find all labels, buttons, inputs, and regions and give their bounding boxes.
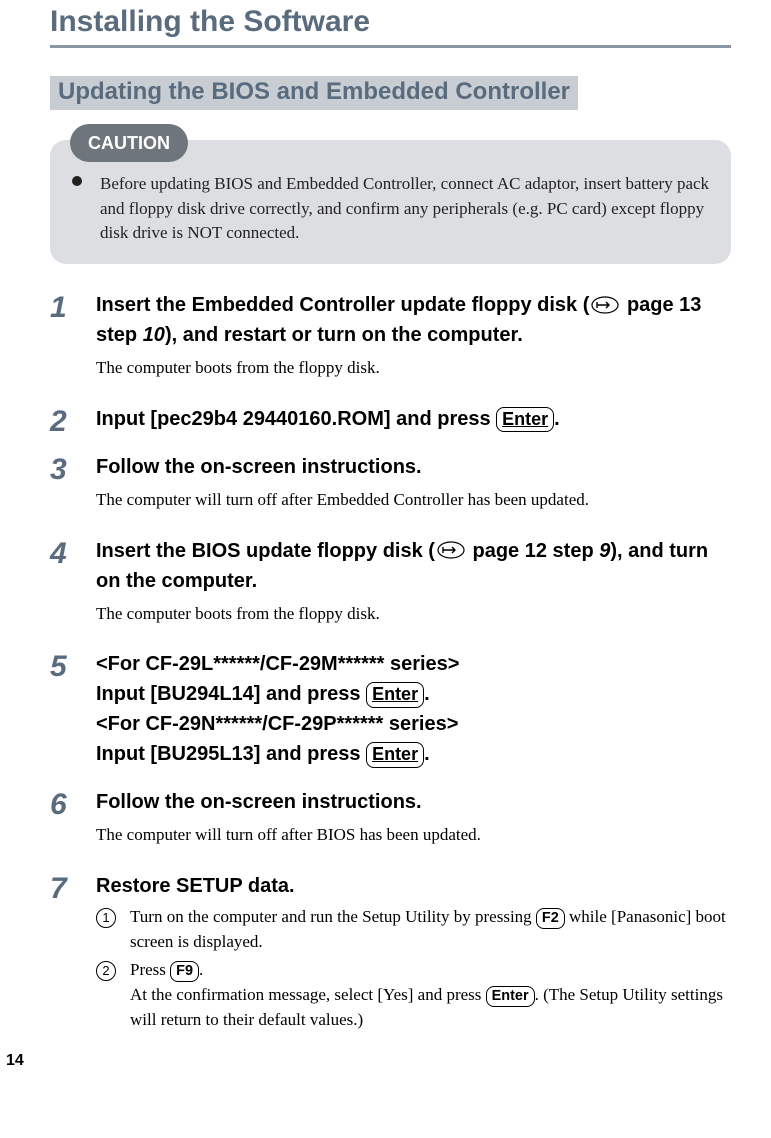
enter-key: Enter xyxy=(366,742,424,768)
step-heading: <For CF-29L******/CF-29M****** series> I… xyxy=(96,649,731,769)
step-paragraph: The computer will turn off after Embedde… xyxy=(96,488,731,512)
f2-key: F2 xyxy=(536,908,565,929)
step-number: 1 xyxy=(50,290,96,324)
step-number: 6 xyxy=(50,787,96,821)
step-number: 4 xyxy=(50,536,96,570)
step-1: 1 Insert the Embedded Controller update … xyxy=(50,290,731,390)
title-divider xyxy=(50,45,731,48)
text: Turn on the computer and run the Setup U… xyxy=(130,907,536,926)
step-number: 5 xyxy=(50,649,96,683)
step-6: 6 Follow the on-screen instructions. The… xyxy=(50,787,731,857)
step-4: 4 Insert the BIOS update floppy disk ( p… xyxy=(50,536,731,636)
step-number: 3 xyxy=(50,452,96,486)
text: Press xyxy=(130,960,170,979)
text: ), and restart or turn on the computer. xyxy=(165,324,523,346)
text: . xyxy=(424,683,430,705)
step-2: 2 Input [pec29b4 29440160.ROM] and press… xyxy=(50,404,731,438)
step-heading: Follow the on-screen instructions. xyxy=(96,452,731,482)
f9-key: F9 xyxy=(170,961,199,982)
step-heading: Restore SETUP data. xyxy=(96,871,731,901)
step-heading: Input [pec29b4 29440160.ROM] and press E… xyxy=(96,404,731,434)
step-heading: Insert the Embedded Controller update fl… xyxy=(96,290,731,350)
enter-key: Enter xyxy=(486,986,535,1007)
step-paragraph: The computer boots from the floppy disk. xyxy=(96,356,731,380)
text: <For CF-29L******/CF-29M****** series> xyxy=(96,649,731,679)
step-3: 3 Follow the on-screen instructions. The… xyxy=(50,452,731,522)
text: page 12 step xyxy=(467,540,599,562)
text: Insert the BIOS update floppy disk ( xyxy=(96,540,435,562)
text: <For CF-29N******/CF-29P****** series> xyxy=(96,709,731,739)
pointer-icon xyxy=(437,541,465,559)
bullet-icon xyxy=(72,176,82,186)
substep-2: 2 Press F9. At the confirmation message,… xyxy=(96,958,731,1032)
step-number: 2 xyxy=(50,404,96,438)
text: Insert the Embedded Controller update fl… xyxy=(96,294,589,316)
circled-number-icon: 1 xyxy=(96,908,116,928)
text: . xyxy=(554,408,560,430)
text: Input [pec29b4 29440160.ROM] and press xyxy=(96,408,496,430)
enter-key: Enter xyxy=(366,682,424,708)
step-5: 5 <For CF-29L******/CF-29M****** series>… xyxy=(50,649,731,773)
caution-text: Before updating BIOS and Embedded Contro… xyxy=(100,172,711,246)
circled-number-icon: 2 xyxy=(96,961,116,981)
pointer-icon xyxy=(591,296,619,314)
step-7: 7 Restore SETUP data. 1 Turn on the comp… xyxy=(50,871,731,1036)
step-heading: Follow the on-screen instructions. xyxy=(96,787,731,817)
substep-1: 1 Turn on the computer and run the Setup… xyxy=(96,905,731,954)
text: . xyxy=(199,960,203,979)
text: At the confirmation message, select [Yes… xyxy=(130,985,486,1004)
text: . xyxy=(424,743,430,765)
step-paragraph: The computer boots from the floppy disk. xyxy=(96,602,731,626)
caution-box: CAUTION Before updating BIOS and Embedde… xyxy=(50,140,731,264)
chapter-title: Installing the Software xyxy=(50,5,731,39)
step-number: 7 xyxy=(50,871,96,905)
text: Input [BU294L14] and press xyxy=(96,683,366,705)
text: Input [BU295L13] and press xyxy=(96,743,366,765)
text-ref: 10 xyxy=(143,324,165,346)
caution-label: CAUTION xyxy=(70,124,188,162)
enter-key: Enter xyxy=(496,407,554,433)
text-ref: 9 xyxy=(599,540,610,562)
page-number: 14 xyxy=(6,1052,24,1070)
step-heading: Insert the BIOS update floppy disk ( pag… xyxy=(96,536,731,596)
section-title: Updating the BIOS and Embedded Controlle… xyxy=(50,76,578,110)
step-paragraph: The computer will turn off after BIOS ha… xyxy=(96,823,731,847)
